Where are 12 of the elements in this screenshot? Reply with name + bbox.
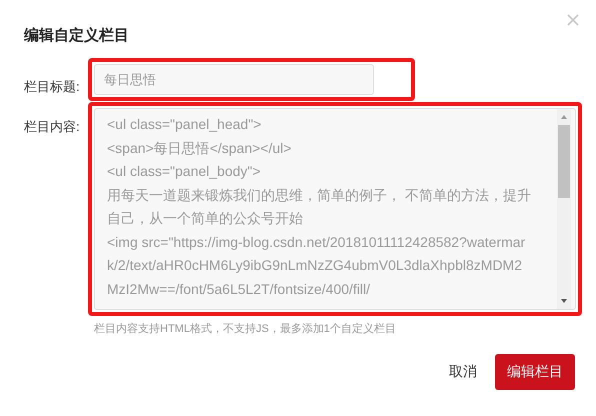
dialog-title: 编辑自定义栏目	[24, 26, 129, 45]
scroll-down-icon[interactable]	[560, 298, 568, 304]
scrollbar[interactable]	[557, 109, 571, 309]
field-label: 栏目内容:	[24, 118, 81, 136]
field-label: 栏目标题:	[24, 78, 81, 96]
cancel-button[interactable]: 取消	[449, 363, 477, 381]
edit-button[interactable]: 编辑栏目	[495, 354, 575, 390]
scroll-up-icon[interactable]	[560, 114, 568, 120]
field-value: <ul class="panel_head"> <span>每日思悟</span></ul> <ul class="panel_body"> 用每天一道题来锻炼我们的思维，简单的例子， 不简单的方法，提升自己，从一个简单的公众号开始 <img src="https://img-blog.csdn.net/20181011112428582?watermark/2/text/aHR0cHM6Ly9ibG9nLmNzZG4ubmV0L3dlaXhpbl8zMDM2MzI2Mw==/font/5a6L5L2T/fontsize/400/fill/	[106, 115, 532, 298]
scrollbar-thumb[interactable]	[558, 125, 570, 198]
hint-text: 栏目内容支持HTML格式，不支持JS，最多添加1个自定义栏目	[94, 322, 397, 336]
close-icon[interactable]	[567, 14, 579, 26]
